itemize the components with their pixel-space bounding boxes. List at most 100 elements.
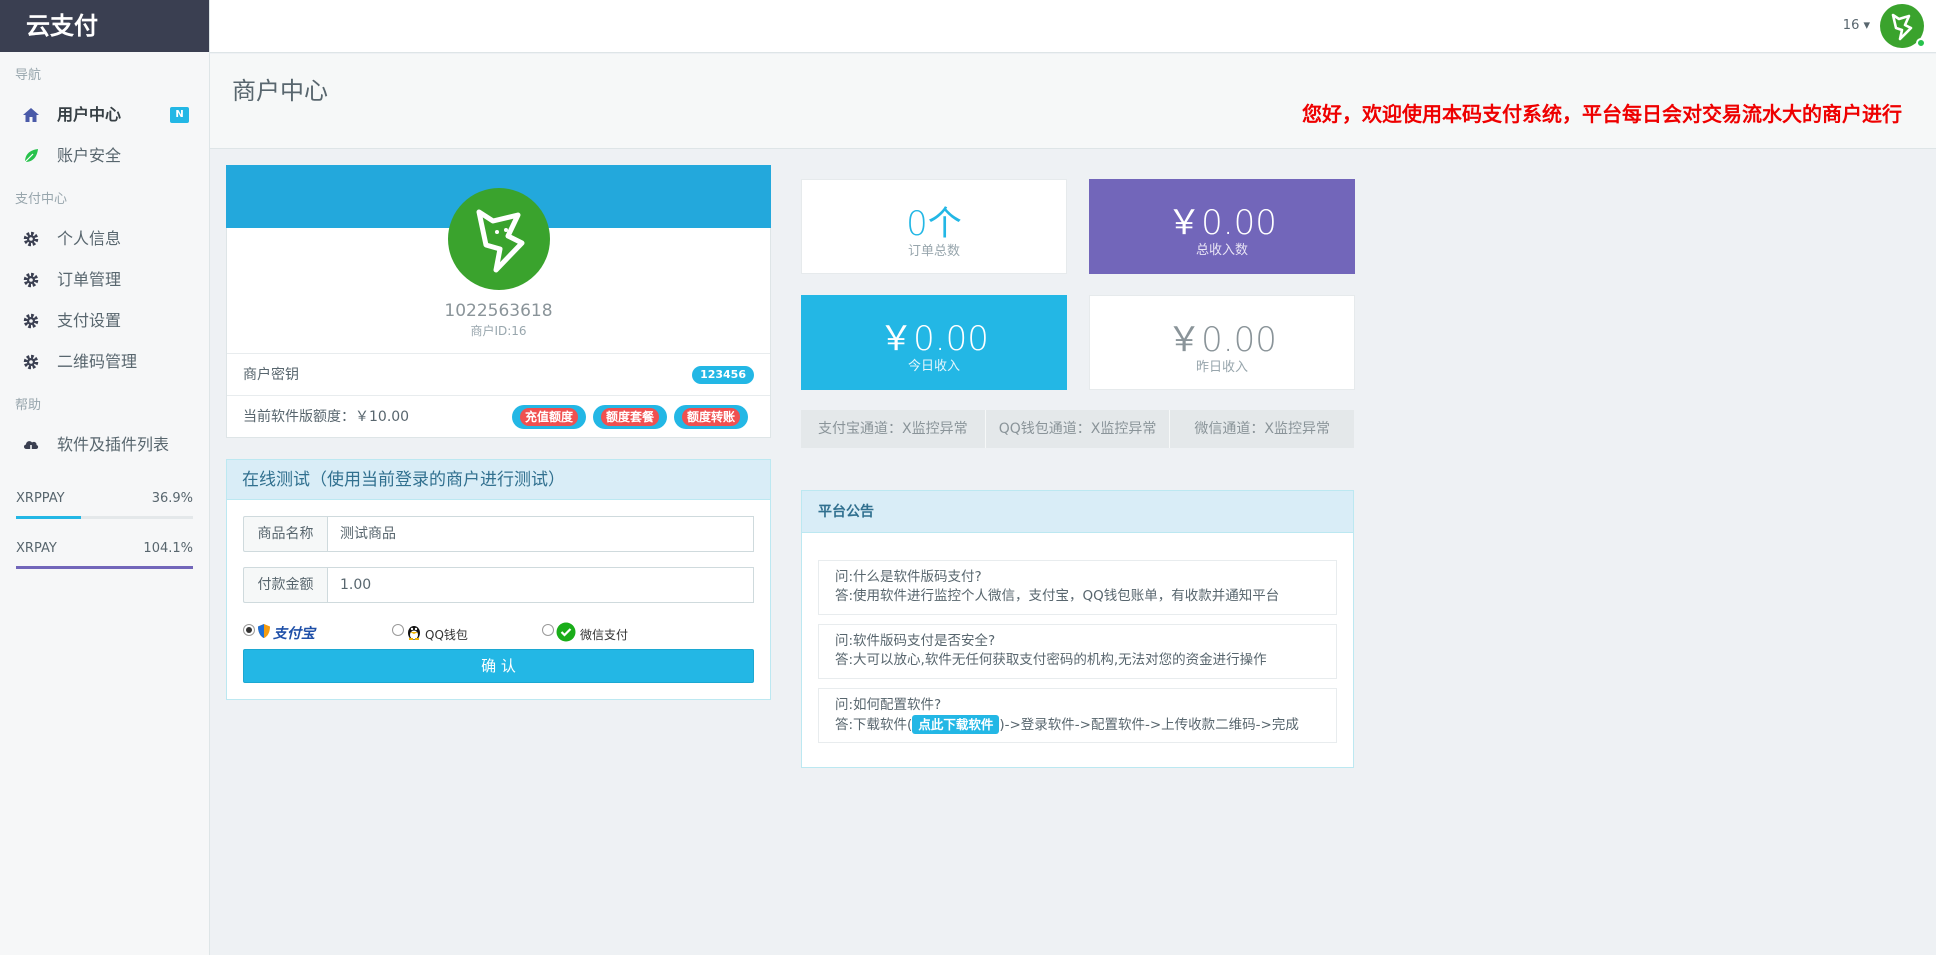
sidebar-item-user-center[interactable]: 用户中心 N (0, 94, 209, 135)
cat-logo-icon (476, 209, 525, 273)
stat-value: ￥0.00 (1167, 320, 1277, 360)
progress-fill (16, 516, 82, 519)
notice-title: 平台公告 (802, 491, 1353, 533)
stat-label: 订单总数 (907, 244, 960, 259)
faq-item: 问:软件版码支付是否安全? 答:大可以放心,软件无任何获取支付密码的机构,无法对… (818, 624, 1337, 679)
gear-icon (23, 313, 39, 329)
faq-answer: 答:下载软件(点此下载软件)->登录软件->配置软件->上传收款二维码->完成 (835, 715, 1320, 735)
amount-label: 付款金额 (243, 567, 327, 603)
download-software-button[interactable]: 点此下载软件 (912, 715, 1000, 734)
nav-section-title: 导航 (15, 68, 42, 83)
avatar[interactable] (1880, 4, 1926, 48)
stat-value: ￥0.00 (879, 319, 989, 359)
product-name-label: 商品名称 (243, 516, 327, 552)
progress-track (16, 566, 193, 569)
alipay-channel-status: 支付宝通道：X监控异常 (801, 410, 986, 448)
merchant-key-label: 商户密钥 (243, 367, 299, 383)
amount-group: 付款金额 1.00 (243, 567, 754, 603)
confirm-button[interactable]: 确 认 (243, 649, 754, 683)
marquee-text: 您好，欢迎使用本码支付系统，平台每日会对交易流水大的商户进行 (1302, 102, 1902, 126)
recharge-quota-button[interactable]: 充值额度 (512, 405, 587, 429)
sidebar-item-label: 二维码管理 (57, 352, 138, 371)
sidebar-item-label: 订单管理 (57, 270, 122, 289)
qq-penguin-icon (408, 626, 420, 640)
merchant-key-badge: 123456 (692, 366, 754, 384)
top-header: 16 ▾ (210, 0, 1936, 53)
alipay-shield-icon (258, 624, 270, 638)
faq-item: 问:什么是软件版码支付? 答:使用软件进行监控个人微信，支付宝，QQ钱包账单，有… (818, 560, 1337, 615)
sidebar-item-label: 支付设置 (57, 311, 122, 330)
faq-answer: 答:使用软件进行监控个人微信，支付宝，QQ钱包账单，有收款并通知平台 (835, 588, 1280, 604)
qq-wallet-radio[interactable] (392, 624, 404, 636)
sidebar-item-payment-settings[interactable]: 支付设置 (0, 300, 209, 341)
stat-yesterday-income: ￥0.00 昨日收入 (1089, 295, 1355, 390)
faq-question: 问:如何配置软件? (835, 697, 942, 713)
button-label: 充值额度 (520, 408, 579, 426)
progress-label: XRPPAY (16, 491, 65, 506)
brand-logo[interactable]: 云支付 (0, 0, 209, 52)
faq-answer: 答:大可以放心,软件无任何获取支付密码的机构,无法对您的资金进行操作 (835, 652, 1267, 668)
sidebar-item-orders[interactable]: 订单管理 (0, 259, 209, 300)
online-test-panel: 在线测试（使用当前登录的商户进行测试） 商品名称 测试商品 付款金额 1.00 … (226, 459, 771, 700)
online-status-dot (1916, 38, 1926, 48)
stat-label: 今日收入 (907, 359, 960, 374)
qq-channel-status: QQ钱包通道：X监控异常 (986, 410, 1171, 448)
sidebar-item-label: 个人信息 (57, 229, 122, 248)
home-icon (23, 108, 39, 122)
user-dropdown[interactable]: 16 ▾ (1843, 18, 1870, 33)
merchant-id: 商户ID:16 (470, 324, 527, 338)
merchant-key-row: 商户密钥 123456 (227, 353, 770, 395)
nav-section-title: 帮助 (15, 398, 42, 413)
gear-icon (23, 354, 39, 370)
qq-wallet-label: QQ钱包 (425, 628, 468, 642)
sidebar: 云支付 导航 用户中心 N 账户安全 支付中心 个人信息 订单管理 支付设置 二… (0, 0, 210, 955)
sidebar-item-software[interactable]: 软件及插件列表 (0, 424, 209, 465)
stat-total-income: ￥0.00 总收入数 (1089, 179, 1355, 274)
nav-section-title: 支付中心 (15, 192, 68, 207)
quota-package-button[interactable]: 额度套餐 (593, 405, 668, 429)
amount-input[interactable]: 1.00 (327, 567, 754, 603)
wechat-pay-radio[interactable] (542, 624, 554, 636)
channel-status-bar: 支付宝通道：X监控异常 QQ钱包通道：X监控异常 微信通道：X监控异常 (801, 410, 1354, 448)
sidebar-item-label: 用户中心 (57, 105, 122, 124)
faq-question: 问:软件版码支付是否安全? (835, 633, 996, 649)
sidebar-item-qrcode[interactable]: 二维码管理 (0, 341, 209, 382)
progress-xrppay: XRPPAY 36.9% (16, 473, 193, 523)
quota-transfer-button[interactable]: 额度转账 (674, 405, 749, 429)
sidebar-item-profile[interactable]: 个人信息 (0, 218, 209, 259)
sidebar-item-label: 账户安全 (57, 146, 122, 165)
button-label: 额度套餐 (601, 408, 660, 426)
progress-label: XRPAY (16, 541, 57, 556)
progress-xrpay: XRPAY 104.1% (16, 523, 193, 573)
quota-label: 当前软件版额度：￥10.00 (243, 409, 410, 425)
product-name-group: 商品名称 测试商品 (243, 516, 754, 552)
alipay-label: 支付宝 (273, 626, 315, 642)
stat-today-income: ￥0.00 今日收入 (801, 295, 1067, 390)
online-test-title: 在线测试（使用当前登录的商户进行测试） (227, 460, 770, 500)
alipay-radio[interactable] (243, 624, 255, 636)
sidebar-item-label: 软件及插件列表 (57, 435, 170, 454)
wechat-pay-label: 微信支付 (580, 628, 629, 642)
sidebar-item-account-security[interactable]: 账户安全 (0, 135, 209, 176)
announcement-marquee: 您好，欢迎使用本码支付系统，平台每日会对交易流水大的商户进行 (210, 98, 1916, 128)
wechat-pay-icon (556, 622, 576, 642)
progress-value: 36.9% (151, 491, 193, 506)
product-name-input[interactable]: 测试商品 (327, 516, 754, 552)
quota-row: 当前软件版额度：￥10.00 充值额度 额度套餐 额度转账 (227, 395, 770, 437)
platform-notice-panel: 平台公告 问:什么是软件版码支付? 答:使用软件进行监控个人微信，支付宝，QQ钱… (801, 490, 1354, 768)
gear-icon (23, 231, 39, 247)
faq-answer-prefix: 答:下载软件( (835, 717, 913, 733)
stat-value: ￥0.00 (1167, 203, 1277, 243)
faq-question: 问:什么是软件版码支付? (835, 569, 982, 585)
stat-label: 昨日收入 (1195, 360, 1248, 375)
progress-value: 104.1% (143, 541, 193, 556)
button-label: 额度转账 (682, 408, 741, 426)
merchant-avatar (448, 188, 550, 290)
progress-track (16, 516, 193, 519)
stat-label: 总收入数 (1195, 243, 1248, 258)
faq-item: 问:如何配置软件? 答:下载软件(点此下载软件)->登录软件->配置软件->上传… (818, 688, 1337, 743)
stat-order-total: 0个 订单总数 (801, 179, 1067, 274)
title-bar: 商户中心 您好，欢迎使用本码支付系统，平台每日会对交易流水大的商户进行 (210, 54, 1936, 149)
stat-value: 0个 (906, 204, 962, 244)
merchant-number: 1022563618 (444, 301, 553, 321)
